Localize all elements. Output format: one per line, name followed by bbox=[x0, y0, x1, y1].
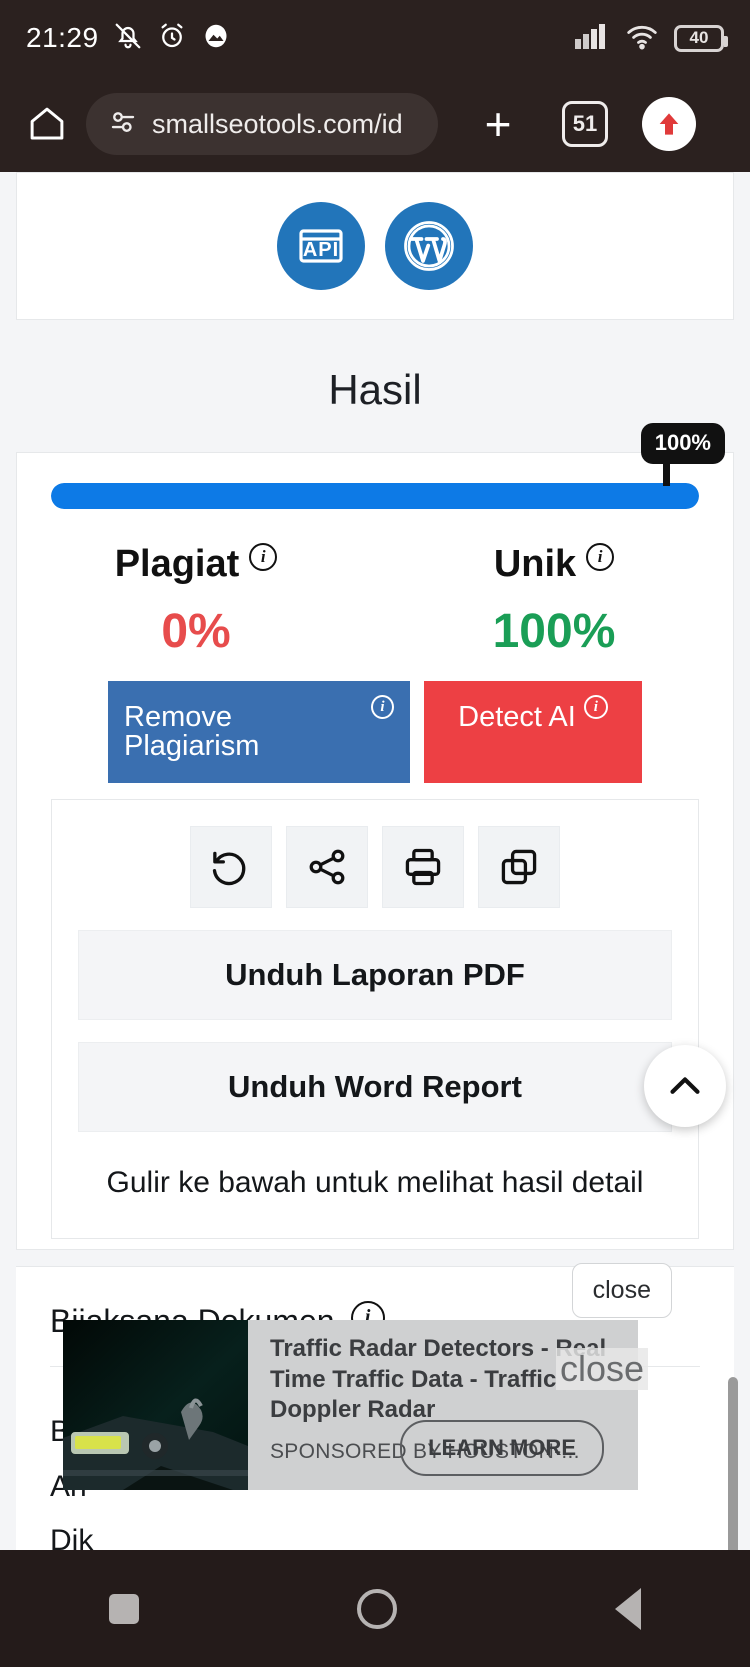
scroll-to-top-button[interactable] bbox=[644, 1045, 726, 1127]
ad-close-button[interactable]: close bbox=[571, 1263, 672, 1318]
stats-row: Plagiat i 0% Unik i 100% bbox=[17, 509, 733, 659]
ad-learn-more-button[interactable]: LEARN MORE bbox=[400, 1420, 604, 1476]
progress-badge-wrapper: 100% bbox=[640, 423, 725, 486]
remove-plagiarism-info-icon[interactable]: i bbox=[370, 695, 394, 719]
unik-label: Unik bbox=[493, 543, 577, 585]
update-arrow-icon[interactable] bbox=[642, 97, 696, 151]
bell-mute-icon bbox=[113, 21, 143, 56]
progress-fill bbox=[51, 483, 699, 509]
progress-badge-stem bbox=[663, 464, 671, 486]
ad-close-ghost-label[interactable]: close bbox=[555, 1348, 648, 1390]
progress-track bbox=[51, 483, 699, 509]
plagiat-label-group: Plagiat i bbox=[114, 542, 278, 586]
page-title: Hasil bbox=[328, 366, 422, 413]
detect-ai-label: Detect AI bbox=[458, 701, 576, 733]
print-icon[interactable] bbox=[382, 826, 464, 908]
share-icon[interactable] bbox=[286, 826, 368, 908]
progress-bar-wrapper bbox=[17, 453, 733, 509]
tab-switcher-button[interactable]: 51 bbox=[562, 101, 608, 147]
tools-card: Unduh Laporan PDF Unduh Word Report Guli… bbox=[51, 799, 699, 1239]
url-bar[interactable]: smallseotools.com/id bbox=[86, 93, 438, 155]
url-text[interactable]: smallseotools.com/id bbox=[152, 109, 403, 140]
unik-info-icon[interactable]: i bbox=[586, 542, 615, 571]
browser-toolbar: smallseotools.com/id + 51 bbox=[0, 76, 750, 172]
ad-body: Traffic Radar Detectors - Real Time Traf… bbox=[248, 1320, 648, 1490]
home-icon[interactable] bbox=[20, 97, 74, 151]
status-right-group: 40 bbox=[574, 22, 728, 55]
download-pdf-button[interactable]: Unduh Laporan PDF bbox=[78, 930, 672, 1020]
progress-badge: 100% bbox=[640, 423, 725, 464]
tool-icons-row bbox=[52, 826, 698, 908]
scroll-hint-text: Gulir ke bawah untuk melihat hasil detai… bbox=[106, 1166, 644, 1199]
wifi-icon bbox=[624, 22, 660, 55]
detect-ai-button[interactable]: Detect AI i bbox=[424, 681, 642, 783]
status-time: 21:29 bbox=[26, 22, 99, 53]
weather-icon bbox=[201, 21, 231, 56]
remove-plagiarism-button[interactable]: Remove Plagiarism i bbox=[108, 681, 410, 783]
circle-icon[interactable] bbox=[357, 1588, 397, 1629]
sponsored-ad[interactable]: Traffic Radar Detectors - Real Time Traf… bbox=[63, 1320, 648, 1490]
status-left-group: 21:29 bbox=[26, 21, 231, 56]
battery-indicator: 40 bbox=[674, 24, 728, 52]
phone-screen: 21:29 40 smallseotools.com/id + 51 API H… bbox=[0, 0, 750, 1667]
signal-icon bbox=[574, 22, 610, 55]
status-bar: 21:29 40 bbox=[0, 0, 750, 76]
battery-level: 40 bbox=[689, 28, 709, 47]
ad-thumbnail bbox=[63, 1320, 248, 1490]
android-nav-bar bbox=[0, 1550, 750, 1667]
unik-label-group: Unik i bbox=[493, 542, 615, 586]
api-icon[interactable]: API bbox=[277, 202, 365, 290]
integration-icons-card: API bbox=[16, 172, 734, 320]
download-word-button[interactable]: Unduh Word Report bbox=[78, 1042, 672, 1132]
plagiat-label: Plagiat bbox=[114, 543, 240, 585]
unik-value: 100% bbox=[492, 605, 616, 658]
alarm-icon bbox=[157, 21, 187, 56]
remove-plagiarism-label: Remove Plagiarism bbox=[124, 701, 260, 762]
copy-icon[interactable] bbox=[478, 826, 560, 908]
api-label: API bbox=[302, 238, 340, 261]
detect-ai-info-icon[interactable]: i bbox=[583, 695, 608, 719]
plagiat-value: 0% bbox=[161, 605, 231, 658]
square-icon[interactable] bbox=[109, 1593, 139, 1624]
stat-unik: Unik i 100% bbox=[375, 542, 733, 659]
results-card: 100% Plagiat i 0% Unik i 100% Remove Pla… bbox=[16, 423, 734, 1250]
triangle-back-icon[interactable] bbox=[615, 1587, 641, 1630]
new-tab-button[interactable]: + bbox=[468, 94, 528, 154]
site-settings-icon[interactable] bbox=[108, 107, 138, 142]
refresh-icon[interactable] bbox=[190, 826, 272, 908]
plagiat-info-icon[interactable]: i bbox=[249, 542, 278, 571]
stat-plagiat: Plagiat i 0% bbox=[17, 542, 375, 659]
action-buttons-row: Remove Plagiarism i Detect AI i bbox=[17, 659, 733, 783]
wordpress-icon[interactable] bbox=[385, 202, 473, 290]
